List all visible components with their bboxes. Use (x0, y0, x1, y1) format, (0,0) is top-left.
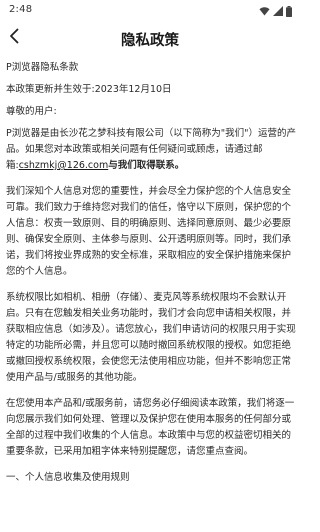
signal-icon (273, 6, 283, 16)
top-app-bar: 隐私政策 (0, 22, 300, 53)
status-icons (259, 5, 292, 17)
page-title: 隐私政策 (121, 33, 179, 49)
policy-content[interactable]: P浏览器隐私条款 本政策更新并生效于:2023年12月10日 尊敬的用户: P浏… (6, 60, 297, 532)
greeting: 尊敬的用户: (6, 106, 57, 117)
reading-notice-paragraph: 在您使用本产品和/或服务前，请您务必仔细阅读本政策，我们将逐一向您展示我们如何处… (6, 398, 295, 457)
permissions-paragraph: 系统权限比如相机、相册（存储）、麦克风等系统权限均不会默认开启。只有在您触发相关… (6, 292, 296, 383)
contact-email-link[interactable]: cshzmkj@126.com (19, 160, 109, 171)
status-bar: 2:48 (0, 0, 300, 22)
policy-name: P浏览器隐私条款 (6, 62, 79, 73)
intro-tail: 与我们取得联系。 (108, 160, 185, 171)
updated-date: 本政策更新并生效于:2023年12月10日 (6, 84, 172, 95)
principles-paragraph: 我们深知个人信息对您的重要性，并会尽全力保护您的个人信息安全可靠。我们致力于维持… (6, 186, 292, 277)
section-heading-1: 一、个人信息收集及使用规则 (6, 472, 130, 483)
battery-icon (286, 5, 292, 17)
intro-paragraph: P浏览器是由长沙花之梦科技有限公司（以下简称为"我们"）运营的产品。如果您对本政… (6, 126, 297, 174)
wifi-icon (259, 6, 270, 16)
status-time: 2:48 (9, 4, 33, 15)
